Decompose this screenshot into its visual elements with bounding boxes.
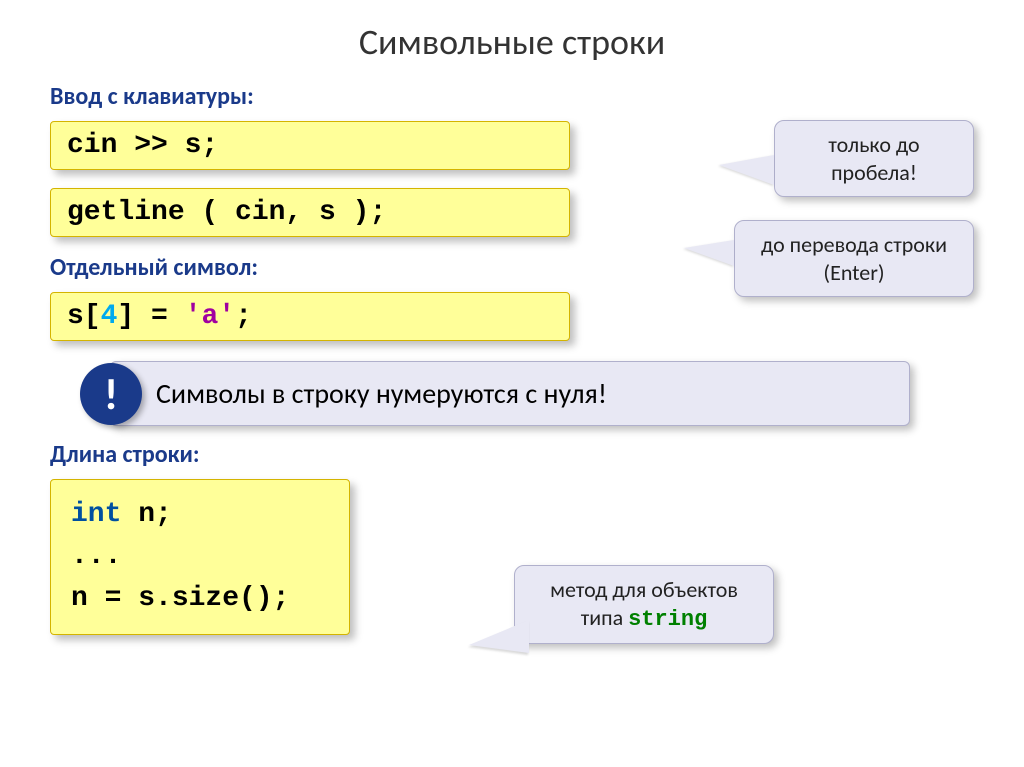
callout-tail-icon	[684, 240, 734, 266]
callout-type-name: string	[628, 607, 707, 632]
page-title: Символьные строки	[50, 20, 974, 64]
code-text: n = s.size();	[71, 583, 289, 614]
code-text: s[	[67, 301, 101, 332]
callout-space: только до пробела!	[774, 120, 974, 197]
section-keyboard-input: Ввод с клавиатуры:	[50, 82, 974, 111]
code-string-literal: 'a'	[185, 301, 235, 332]
code-text: ...	[71, 541, 121, 572]
section-string-length: Длина строки:	[50, 440, 974, 469]
code-text: ] =	[117, 301, 184, 332]
exclamation-icon: !	[80, 363, 142, 425]
code-indexing: s[4] = 'a';	[50, 292, 570, 341]
code-text: ;	[235, 301, 252, 332]
code-text: n;	[121, 499, 171, 530]
code-cin: cin >> s;	[50, 121, 570, 170]
callout-tail-icon	[719, 155, 774, 185]
info-note: ! Символы в строку нумеруются с нуля!	[110, 361, 910, 426]
code-number-literal: 4	[101, 301, 118, 332]
code-keyword: int	[71, 499, 121, 530]
info-note-text: Символы в строку нумеруются с нуля!	[110, 361, 910, 426]
code-size: int n; ... n = s.size();	[50, 479, 350, 635]
callout-method: метод для объектов типа string	[514, 565, 774, 644]
code-getline: getline ( cin, s );	[50, 188, 570, 237]
callout-tail-icon	[469, 620, 529, 653]
callout-newline: до перевода строки (Enter)	[734, 220, 974, 297]
